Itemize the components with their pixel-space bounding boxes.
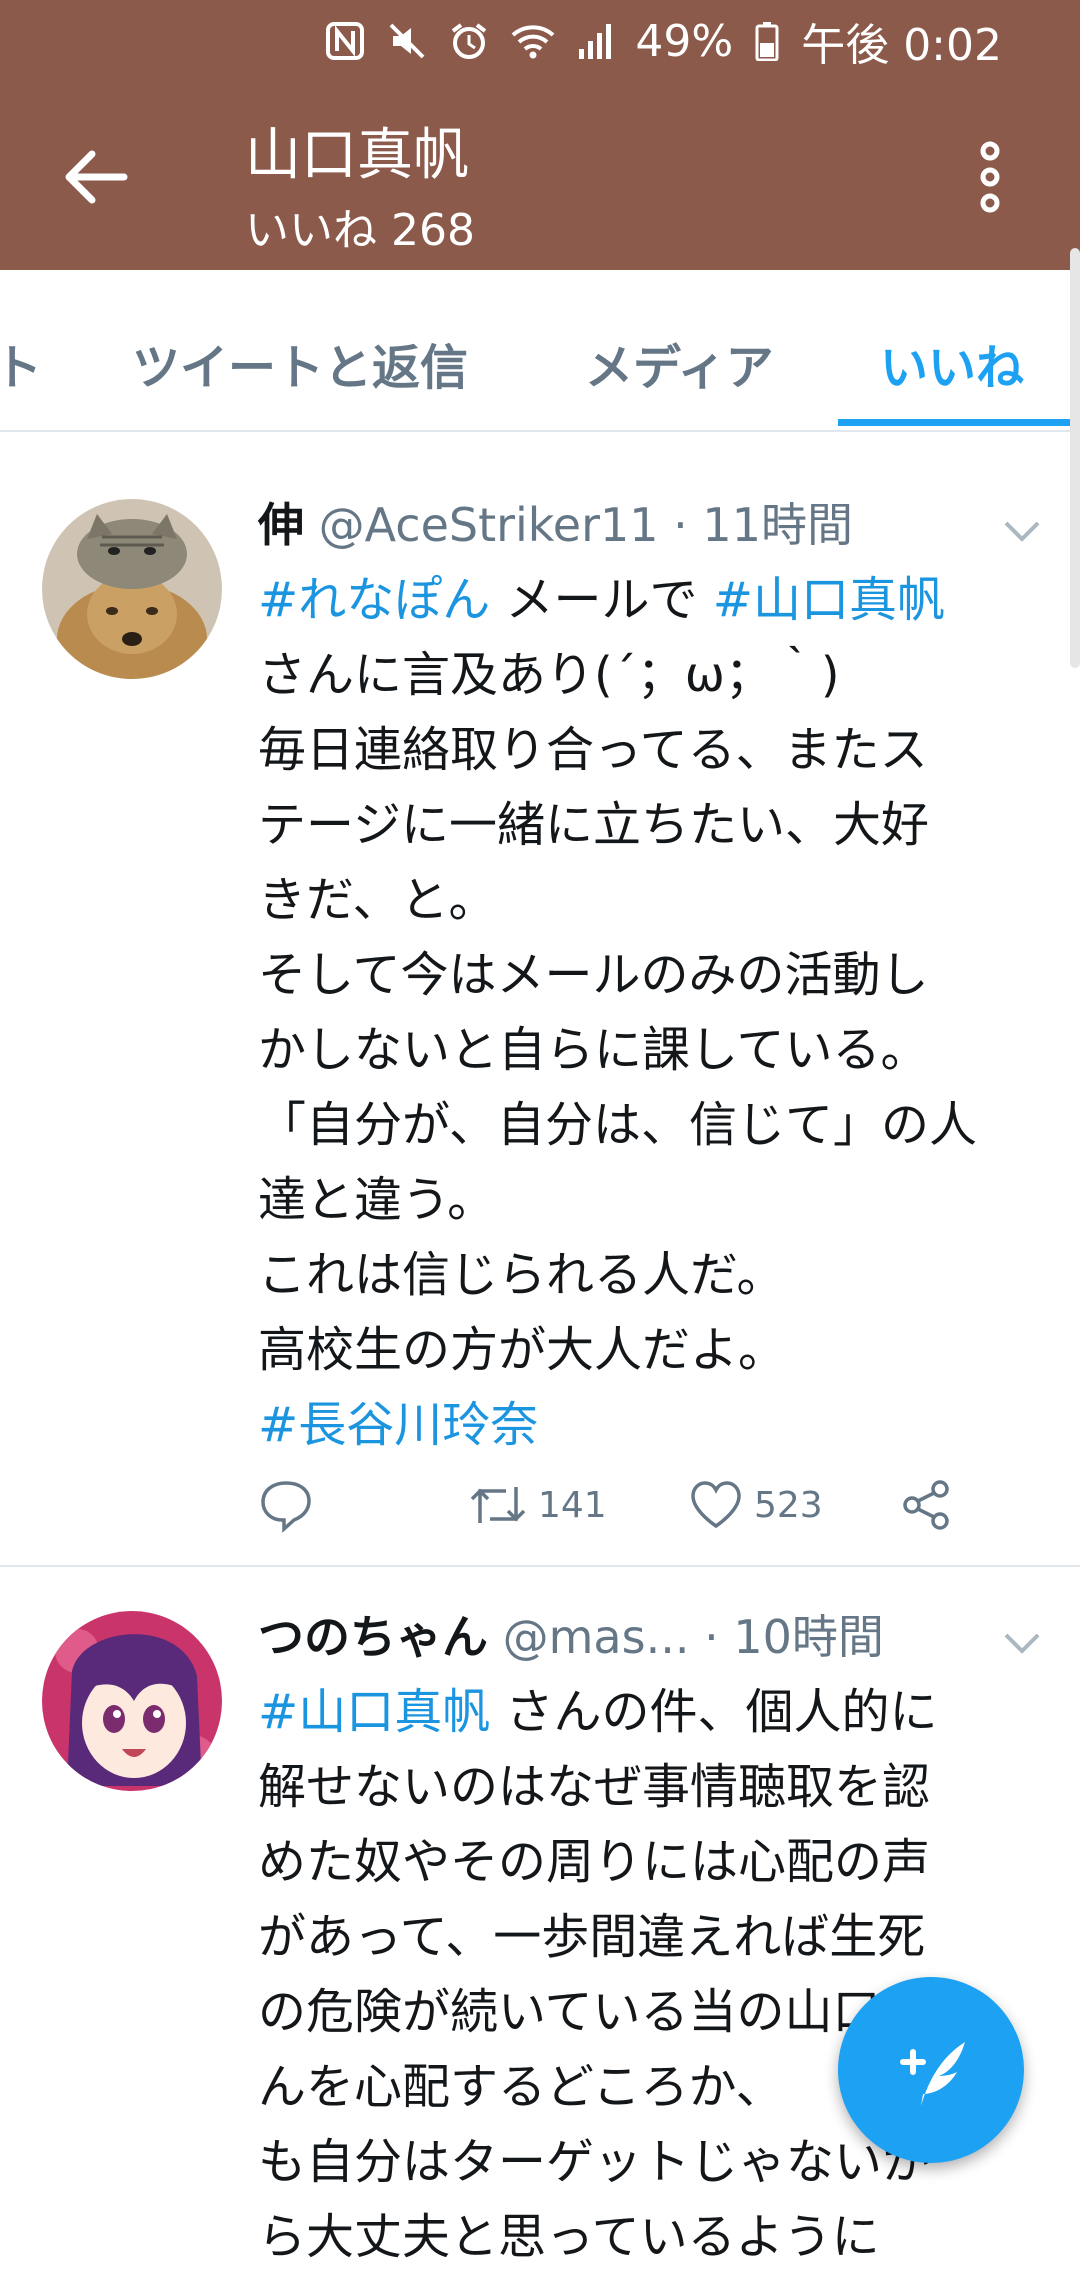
tweet-line: 解せないのはなぜ事情聴取を認 [258, 1759, 931, 1815]
compose-tweet-button[interactable] [838, 1977, 1024, 2163]
page-title: 山口真帆 [245, 123, 469, 188]
tweet-line: 毎日連絡取り合ってる、またス [258, 722, 928, 778]
hashtag-link[interactable]: #れなぽん [258, 572, 490, 628]
tweet-line: さんに言及あり(´；ω；｀) [258, 647, 840, 703]
profile-header: 山口真帆 いいね 268 [0, 82, 1080, 270]
tweet-line: きだ、と。 [258, 872, 497, 928]
mute-icon [387, 21, 427, 61]
like-count: 523 [754, 1484, 823, 1526]
active-tab-indicator [838, 419, 1080, 426]
profile-tabs: ト ツイートと返信 メディア いいね [0, 270, 1080, 432]
tweet-line: これは信じられる人だ。 [258, 1247, 785, 1303]
tweet-line: 「自分が、自分は、信じて」の人 [258, 1097, 978, 1153]
like-button[interactable]: 523 [688, 1470, 823, 1540]
tweet-header: つのちゃん @mas... · 10時間 [258, 1607, 1018, 1667]
arrow-left-icon [65, 150, 128, 204]
tweet-text-segment: さんの件、個人的に [490, 1684, 938, 1740]
chevron-down-icon [1004, 521, 1040, 542]
alarm-icon [449, 21, 489, 61]
retweet-button[interactable]: 141 [468, 1470, 607, 1540]
tweet-text-segment: メールで [490, 572, 713, 628]
retweet-count: 141 [538, 1484, 607, 1526]
handle[interactable]: @AceStriker11 [319, 498, 659, 552]
compose-feather-icon [900, 2042, 965, 2106]
battery-icon [755, 21, 779, 61]
battery-percent: 49% [635, 15, 734, 67]
status-bar: 49% 午後 0:02 [0, 0, 1080, 82]
tweet-line: ら大丈夫と思っているように [258, 2209, 880, 2265]
handle[interactable]: @mas... [503, 1610, 690, 1664]
wifi-icon [511, 21, 555, 61]
tweet-text: #れなぽん メールで #山口真帆 さんに言及あり(´；ω；｀) 毎日連絡取り合っ… [258, 563, 1018, 1463]
tab-tweets[interactable]: ト [0, 328, 42, 398]
timestamp: · 11時間 [658, 498, 853, 552]
share-button[interactable] [898, 1470, 954, 1540]
display-name[interactable]: つのちゃん [258, 1610, 488, 1664]
tab-media[interactable]: メディア [585, 328, 774, 398]
hashtag-link[interactable]: #山口真帆 [713, 572, 945, 628]
back-button[interactable] [60, 142, 130, 212]
tweet-line: テージに一緒に立ちたい、大好 [258, 797, 930, 853]
hashtag-link[interactable]: #長谷川玲奈 [258, 1397, 538, 1453]
avatar[interactable] [42, 499, 222, 679]
tweet-line: があって、一歩間違えれば生死 [258, 1909, 926, 1965]
tab-tweets-and-replies[interactable]: ツイートと返信 [132, 328, 468, 398]
tweet-content: 伸 @AceStriker11 · 11時間 #れなぽん メールで #山口真帆 … [258, 495, 1018, 1463]
timestamp: · 10時間 [689, 1610, 884, 1664]
tweet[interactable]: 伸 @AceStriker11 · 11時間 #れなぽん メールで #山口真帆 … [0, 455, 1080, 1567]
retweet-icon [470, 1487, 526, 1523]
hashtag-link[interactable]: #山口真帆 [258, 1684, 490, 1740]
nfc-icon [325, 21, 365, 61]
reply-icon [261, 1481, 311, 1533]
tweet-actions: 141 523 [258, 1470, 1018, 1540]
tweet-content: つのちゃん @mas... · 10時間 #山口真帆 さんの件、個人的に 解せな… [258, 1607, 1018, 2275]
avatar[interactable] [42, 1611, 222, 1791]
tab-likes[interactable]: いいね [880, 328, 1024, 398]
tweet-line: そして今はメールのみの活動し [258, 947, 929, 1003]
chevron-down-icon [1004, 1633, 1040, 1654]
tweet-line: 達と違う。 [258, 1172, 496, 1228]
tweet-header: 伸 @AceStriker11 · 11時間 [258, 495, 1018, 555]
tweet-line: 高校生の方が大人だよ。 [258, 1322, 787, 1378]
tweet-menu-button[interactable] [1000, 515, 1044, 545]
tweet-menu-button[interactable] [1000, 1627, 1044, 1657]
share-icon [903, 1480, 949, 1530]
tweet-line: かしないと自らに課している。 [258, 1022, 929, 1078]
reply-button[interactable] [258, 1470, 314, 1540]
heart-icon [691, 1481, 741, 1529]
more-options-button[interactable] [970, 137, 1010, 217]
tweet-line: めた奴やその周りには心配の声 [258, 1834, 931, 1890]
likes-count: いいね 268 [245, 205, 475, 256]
clock: 午後 0:02 [801, 20, 1002, 71]
tweet-text: #山口真帆 さんの件、個人的に 解せないのはなぜ事情聴取を認 めた奴やその周りに… [258, 1675, 1018, 2275]
display-name[interactable]: 伸 [258, 498, 304, 552]
signal-icon [577, 21, 613, 61]
more-vertical-icon [980, 141, 1000, 213]
